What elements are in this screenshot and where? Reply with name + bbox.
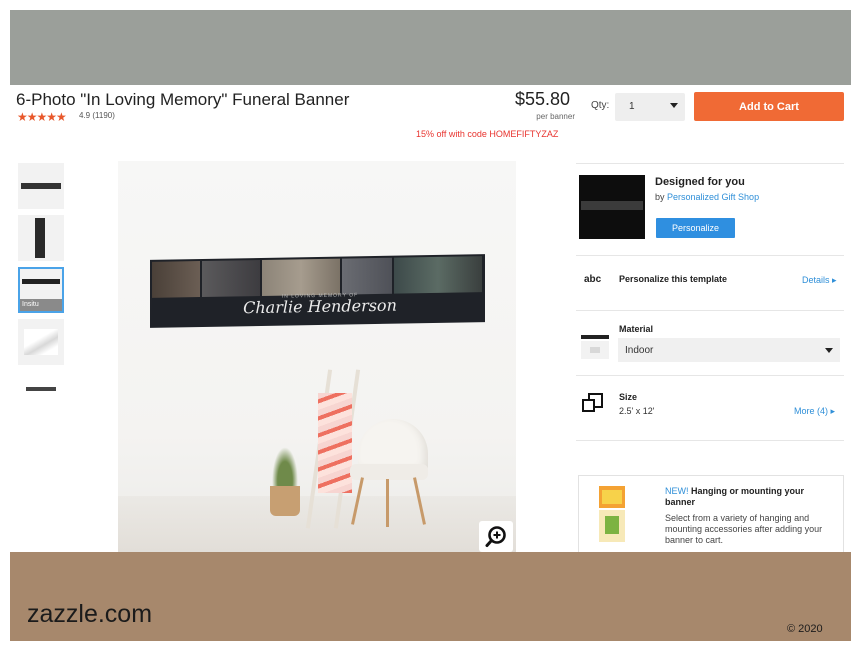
product-price: $55.80 <box>515 89 571 109</box>
promo-body: Select from a variety of hanging and mou… <box>665 513 823 545</box>
material-icon <box>580 335 610 359</box>
promo-headline: NEW! Hanging or mounting your banner <box>665 486 804 507</box>
product-page: 6-Photo "In Loving Memory" Funeral Banne… <box>10 85 851 552</box>
details-link[interactable]: Details ▸ <box>802 275 837 286</box>
blanket-decor <box>318 393 352 493</box>
chevron-down-icon <box>825 348 833 353</box>
material-label: Material <box>619 324 654 334</box>
price-unit: per banner <box>536 112 575 121</box>
top-band <box>10 10 851 85</box>
material-value: Indoor <box>625 345 654 356</box>
shop-link[interactable]: Personalized Gift Shop <box>667 192 759 202</box>
add-to-cart-button[interactable]: Add to Cart <box>694 92 844 121</box>
rating-stars-icon[interactable]: ★★★★★ <box>17 110 67 124</box>
zoom-in-icon[interactable] <box>479 521 513 552</box>
more-sizes-link[interactable]: More (4) ▸ <box>794 406 835 417</box>
qty-value: 1 <box>629 101 635 112</box>
hanging-accessories-promo[interactable]: NEW! Hanging or mounting your banner Sel… <box>578 475 844 552</box>
qty-select[interactable]: 1 <box>615 93 685 121</box>
accessory-package-icon <box>597 486 627 544</box>
rating-count[interactable]: 4.9 (1190) <box>79 111 115 120</box>
main-product-photo: IN LOVING MEMORY OF Charlie Henderson <box>118 161 516 552</box>
banner-name: Charlie Henderson <box>243 295 397 318</box>
design-preview-image[interactable] <box>579 175 645 239</box>
thumbnail-banner[interactable] <box>18 163 64 209</box>
new-tag: NEW! <box>665 486 689 496</box>
designer-byline: by Personalized Gift Shop <box>655 192 760 202</box>
footer-copyright: © 2020 <box>787 623 823 635</box>
qty-label: Qty: <box>591 100 610 111</box>
insitu-label: Insitu <box>20 299 62 311</box>
thumbnail-vertical[interactable] <box>18 215 64 261</box>
template-icon: abc <box>584 274 602 285</box>
thumbnail-rolled[interactable] <box>18 319 64 365</box>
thumbnail-list: Insitu <box>18 163 66 423</box>
size-label: Size <box>619 392 638 402</box>
size-value: 2.5' x 12' <box>619 406 655 416</box>
thumbnail-insitu[interactable]: Insitu <box>18 267 64 313</box>
size-icon <box>582 393 604 413</box>
personalize-button[interactable]: Personalize <box>656 218 735 238</box>
designed-for-you-title: Designed for you <box>655 176 745 188</box>
footer-site: zazzle.com <box>27 600 153 628</box>
product-title: 6-Photo "In Loving Memory" Funeral Banne… <box>16 90 350 109</box>
thumbnail-hanging[interactable] <box>18 371 64 417</box>
personalize-template-label: Personalize this template <box>619 274 728 284</box>
material-select[interactable]: Indoor <box>618 338 840 362</box>
promo-code-text: 15% off with code HOMEFIFTYZAZ <box>416 129 559 139</box>
chevron-down-icon <box>670 103 678 108</box>
plant-pot-decor <box>270 486 300 516</box>
banner-image: IN LOVING MEMORY OF Charlie Henderson <box>150 254 485 328</box>
